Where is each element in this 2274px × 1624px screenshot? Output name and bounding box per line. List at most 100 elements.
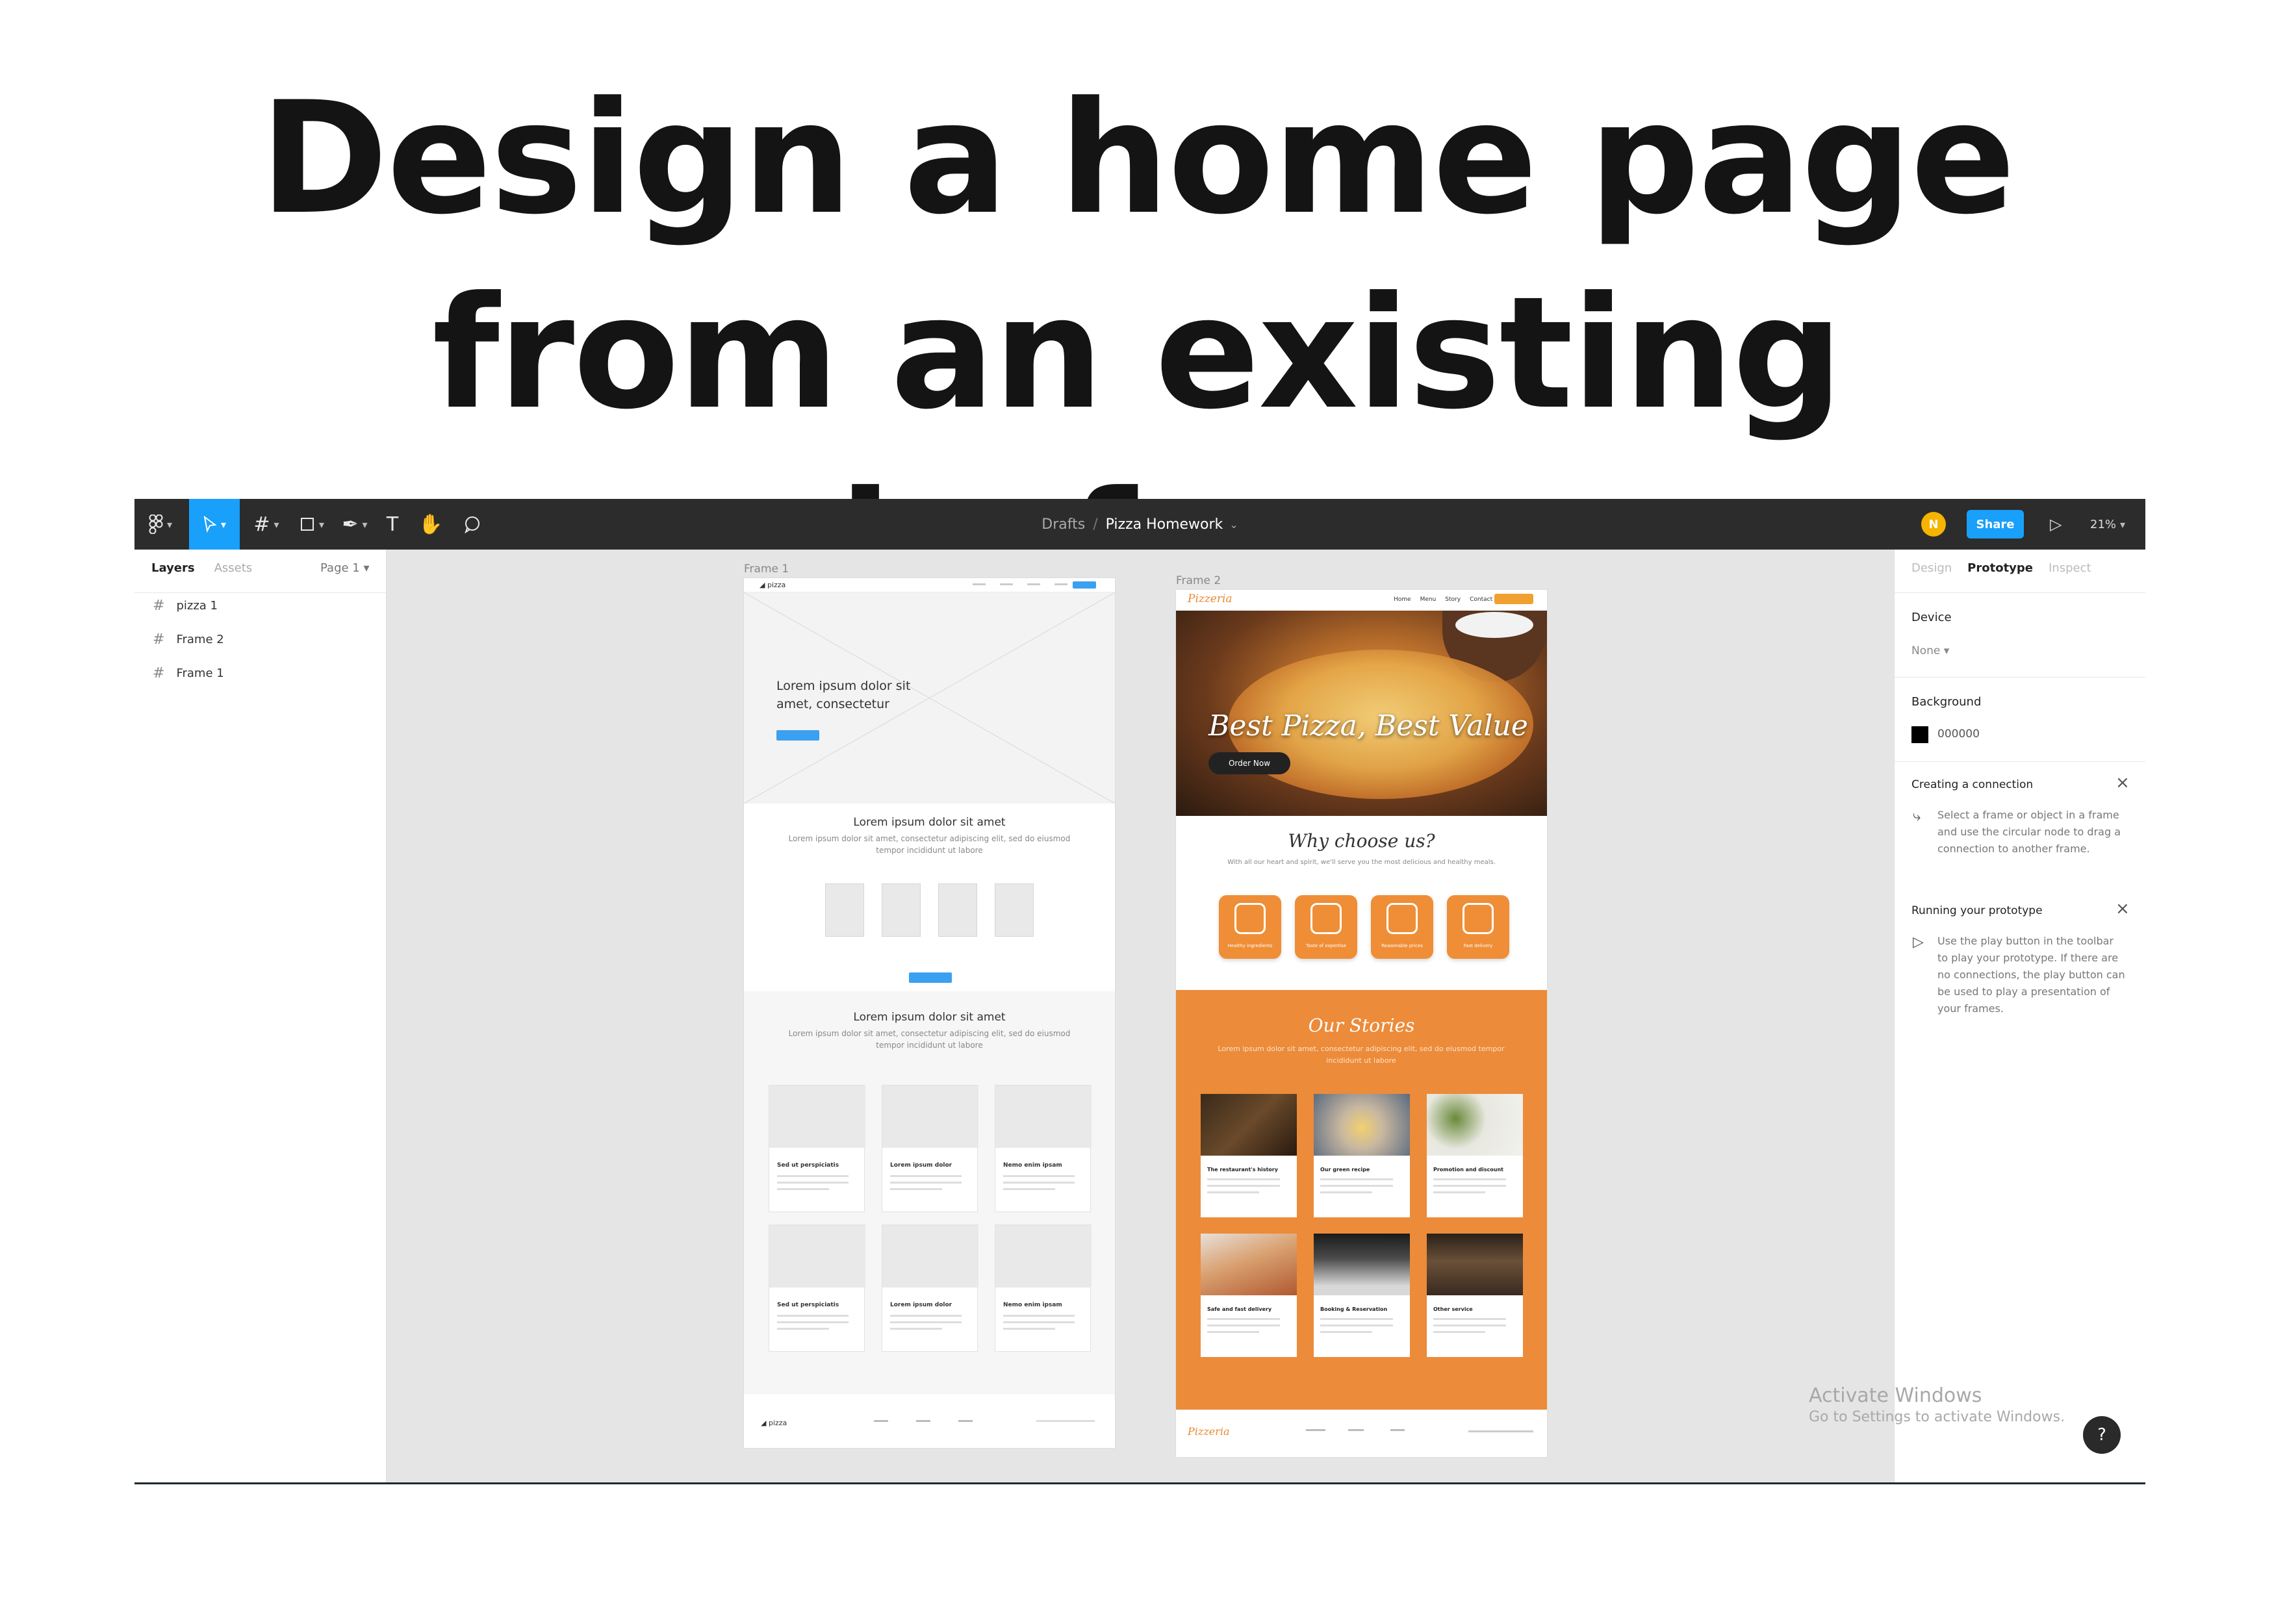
wireframe-section-2-header: Lorem ipsum dolor sit amet Lorem ipsum d… (744, 1011, 1115, 1051)
feature-caption: Healthy ingredients (1227, 943, 1273, 948)
wireframe-card: Nemo enim ipsam (995, 1085, 1092, 1212)
story-card-title: Booking & Reservation (1320, 1306, 1388, 1312)
background-hex-input[interactable]: 000000 (1937, 728, 1980, 741)
top-toolbar: ▾ ▾ # ▾ ▾ ✒ ▾ T ✋ Drafts / Pizza Homework … (134, 499, 2145, 550)
background-color-swatch[interactable] (1911, 726, 1928, 743)
page-selector[interactable]: Page 1 ▾ (320, 561, 370, 575)
avatar[interactable]: N (1921, 512, 1946, 537)
design-nav-button (1494, 594, 1533, 604)
footer-logo: Pizzeria (1188, 1425, 1230, 1438)
breadcrumb-drafts[interactable]: Drafts (1041, 516, 1085, 533)
tab-prototype[interactable]: Prototype (1967, 561, 2033, 575)
hero-bowl-contents (1455, 612, 1533, 638)
wireframe-section-2-text: Lorem ipsum dolor sit amet, consectetur … (788, 1029, 1071, 1050)
hero-title: Best Pizza, Best Value (1208, 709, 1528, 742)
nav-link-contact: Contact (1470, 596, 1493, 603)
wireframe-placeholder (825, 883, 864, 937)
leaf-icon (1234, 903, 1266, 934)
device-select[interactable]: None ▾ (1911, 644, 1949, 657)
layer-label: Frame 1 (176, 666, 224, 680)
present-play-icon[interactable]: ▷ (2050, 510, 2062, 539)
help-button[interactable]: ? (2083, 1416, 2121, 1454)
why-choose-heading: Why choose us? (1288, 830, 1435, 852)
wireframe-section-1: Lorem ipsum dolor sit amet Lorem ipsum d… (744, 816, 1115, 856)
layer-item-frame-2[interactable]: # Frame 2 (153, 631, 224, 648)
running-title: Running your prototype (1911, 904, 2043, 917)
design-nav: Pizzeria Home Menu Story Contact (1176, 590, 1547, 611)
design-frame[interactable]: Pizzeria Home Menu Story Contact Best Pi… (1176, 590, 1547, 1457)
feature-card: Healthy ingredients (1219, 895, 1281, 959)
our-stories-section: Our Stories Lorem ipsum dolor sit amet, … (1176, 990, 1547, 1410)
wireframe-card-title: Lorem ipsum dolor (890, 1302, 952, 1308)
story-card: Our green recipe (1314, 1094, 1410, 1217)
certificate-icon (1310, 903, 1342, 934)
headline-line-1: Design a home page (259, 69, 2015, 249)
wireframe-nav-button (1073, 581, 1096, 589)
design-nav-links: Home Menu Story Contact (1394, 596, 1492, 603)
file-breadcrumb: Drafts / Pizza Homework ⌄ (134, 499, 2145, 550)
wireframe-section-2-heading: Lorem ipsum dolor sit amet (853, 1011, 1006, 1024)
feature-card: Taste of expertise (1295, 895, 1357, 959)
order-now-button: Order Now (1208, 752, 1290, 774)
wireframe-logo: ◢ pizza (760, 581, 786, 589)
close-icon[interactable]: × (2115, 899, 2130, 919)
thumbs-up-icon (1386, 903, 1418, 934)
story-card-title: The restaurant's history (1207, 1167, 1278, 1173)
wireframe-card-title: Sed ut perspiciatis (777, 1302, 839, 1308)
nav-link-story: Story (1445, 596, 1461, 603)
our-stories-text: Lorem ipsum dolor sit amet, consectetur … (1218, 1045, 1505, 1065)
properties-panel: Design Prototype Inspect Device None ▾ B… (1894, 550, 2145, 1482)
connection-title: Creating a connection (1911, 778, 2034, 791)
story-card: Other service (1427, 1234, 1523, 1357)
feature-caption: Reasonable prices (1381, 943, 1423, 948)
wireframe-hero-text: Lorem ipsum dolor sit amet, consectetur (776, 679, 911, 711)
wireframe-card: Sed ut perspiciatis (769, 1224, 865, 1352)
our-stories-heading: Our Stories (1308, 1015, 1415, 1036)
wireframe-card: Lorem ipsum dolor (882, 1224, 978, 1352)
file-menu-chevron[interactable]: ⌄ (1229, 518, 1238, 531)
share-button[interactable]: Share (1967, 510, 2024, 539)
frame-1-label[interactable]: Frame 1 (744, 563, 789, 576)
activate-windows-watermark: Activate Windows Go to Settings to activ… (1809, 1384, 2065, 1427)
wireframe-card: Lorem ipsum dolor (882, 1085, 978, 1212)
zoom-value: 21% (2090, 517, 2117, 531)
panel-divider (134, 592, 387, 593)
pizzeria-logo: Pizzeria (1188, 592, 1233, 605)
frame-2-label[interactable]: Frame 2 (1176, 574, 1221, 587)
zoom-dropdown[interactable]: 21% ▾ (2090, 510, 2125, 539)
wireframe-frame[interactable]: ◢ pizza Lorem ipsum dolor sit amet, cons… (744, 578, 1115, 1448)
play-icon: ▷ (1913, 934, 1924, 950)
connection-icon: ⤷ (1913, 808, 1921, 824)
feature-caption: Taste of expertise (1306, 943, 1346, 948)
tab-inspect[interactable]: Inspect (2049, 561, 2091, 575)
delivery-box-icon (1463, 903, 1494, 934)
close-icon[interactable]: × (2115, 773, 2130, 793)
tab-design[interactable]: Design (1911, 561, 1952, 575)
wireframe-footer-logo: ◢ pizza (761, 1419, 787, 1427)
wireframe-card: Sed ut perspiciatis (769, 1085, 865, 1212)
tab-assets[interactable]: Assets (214, 561, 253, 575)
wireframe-hero: Lorem ipsum dolor sit amet, consectetur (744, 592, 1115, 804)
layer-label: pizza 1 (176, 599, 218, 613)
layer-item-pizza-1[interactable]: # pizza 1 (153, 598, 218, 614)
feature-card: Reasonable prices (1371, 895, 1433, 959)
why-choose-text: With all our heart and spirit, we'll ser… (1227, 859, 1496, 866)
frame-layer-icon: # (153, 665, 165, 681)
nav-link-home: Home (1394, 596, 1411, 603)
design-footer: Pizzeria (1176, 1410, 1547, 1457)
wireframe-card-title: Sed ut perspiciatis (777, 1162, 839, 1169)
wireframe-section-1-heading: Lorem ipsum dolor sit amet (853, 816, 1006, 829)
tab-layers[interactable]: Layers (151, 561, 195, 575)
story-card-title: Our green recipe (1320, 1167, 1370, 1173)
wireframe-section-1-text: Lorem ipsum dolor sit amet, consectetur … (788, 834, 1071, 855)
device-label: Device (1911, 611, 1952, 624)
wireframe-footer: ◢ pizza (744, 1394, 1115, 1448)
wireframe-placeholder (882, 883, 921, 937)
nav-link-menu: Menu (1420, 596, 1437, 603)
file-name[interactable]: Pizza Homework (1106, 516, 1223, 533)
figma-window: ▾ ▾ # ▾ ▾ ✒ ▾ T ✋ Drafts / Pizza Homework … (134, 499, 2145, 1482)
layer-item-frame-1[interactable]: # Frame 1 (153, 665, 224, 681)
story-card-title: Promotion and discount (1433, 1167, 1503, 1173)
story-card-title: Other service (1433, 1306, 1473, 1312)
frame-layer-icon: # (153, 631, 165, 648)
